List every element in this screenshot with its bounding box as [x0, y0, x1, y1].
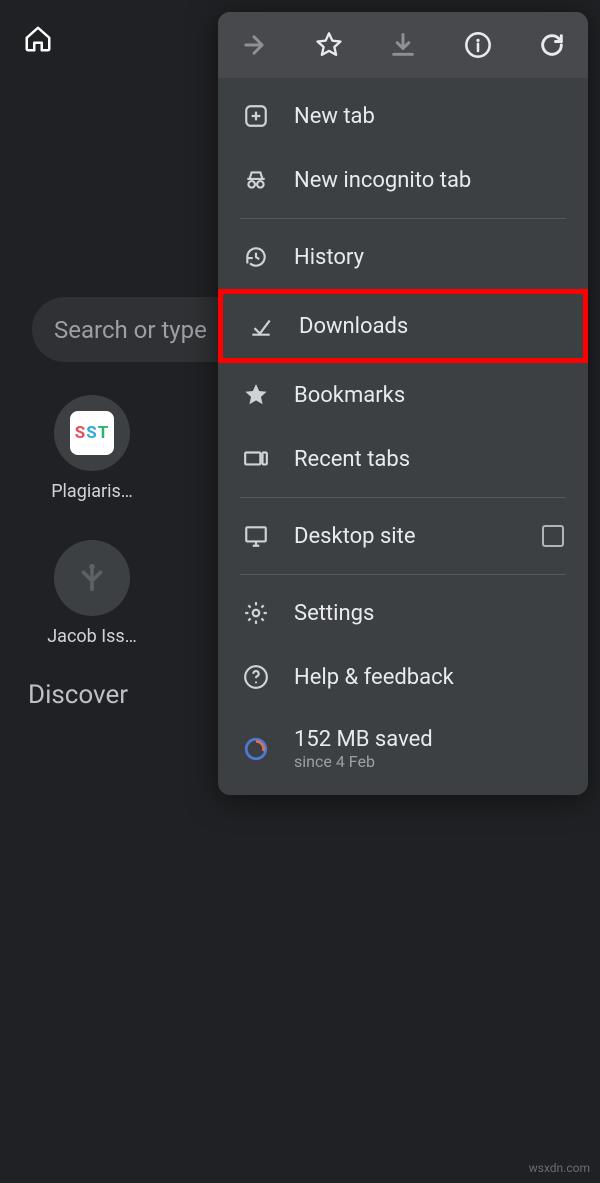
menu-item-history[interactable]: History — [218, 225, 588, 289]
home-button[interactable] — [20, 21, 56, 57]
download-page-button[interactable] — [387, 29, 419, 61]
menu-item-label: Settings — [294, 601, 374, 626]
shortcut-icon: SST — [54, 395, 130, 471]
menu-divider — [240, 497, 566, 498]
data-saver-since: since 4 Feb — [294, 752, 433, 771]
menu-divider — [240, 218, 566, 219]
new-tab-icon — [242, 102, 270, 130]
sst-icon: SST — [70, 411, 114, 455]
menu-item-help[interactable]: Help & feedback — [218, 645, 588, 709]
shortcut-label: Jacob Iss… — [47, 626, 137, 647]
star-icon — [315, 31, 343, 59]
menu-item-recent-tabs[interactable]: Recent tabs — [218, 427, 588, 491]
discover-heading: Discover — [28, 680, 128, 710]
home-icon — [23, 24, 53, 54]
site-info-button[interactable] — [462, 29, 494, 61]
watermark: wsxdn.com — [529, 1161, 590, 1175]
menu-item-downloads[interactable]: Downloads — [218, 289, 588, 363]
jacob-icon — [75, 561, 109, 595]
history-icon — [242, 243, 270, 271]
gear-icon — [242, 599, 270, 627]
menu-item-label: History — [294, 245, 364, 270]
menu-item-data-saver[interactable]: 152 MB saved since 4 Feb — [218, 709, 588, 789]
menu-item-new-tab[interactable]: New tab — [218, 84, 588, 148]
forward-button[interactable] — [238, 29, 270, 61]
arrow-right-icon — [240, 31, 268, 59]
menu-item-label: Desktop site — [294, 524, 416, 549]
desktop-site-checkbox[interactable] — [542, 525, 564, 547]
menu-item-desktop-site[interactable]: Desktop site — [218, 504, 588, 568]
downloads-icon — [247, 312, 275, 340]
incognito-icon — [242, 166, 270, 194]
search-placeholder: Search or type — [54, 316, 207, 344]
desktop-icon — [242, 522, 270, 550]
menu-item-label: Downloads — [299, 314, 408, 339]
menu-item-label: Recent tabs — [294, 447, 410, 472]
reload-button[interactable] — [536, 29, 568, 61]
reload-icon — [538, 31, 566, 59]
help-icon — [242, 663, 270, 691]
menu-item-label: New tab — [294, 104, 375, 129]
menu-item-label: Help & feedback — [294, 665, 454, 690]
data-saver-amount: 152 MB saved — [294, 727, 433, 752]
shortcut-label: Plagiaris… — [51, 481, 133, 502]
recent-tabs-icon — [242, 445, 270, 473]
menu-divider — [240, 574, 566, 575]
info-icon — [464, 31, 492, 59]
shortcut-plagiarism[interactable]: SST Plagiaris… — [32, 395, 152, 502]
menu-item-settings[interactable]: Settings — [218, 581, 588, 645]
bookmark-star-button[interactable] — [313, 29, 345, 61]
shortcut-icon — [54, 540, 130, 616]
menu-item-label: New incognito tab — [294, 168, 471, 193]
menu-item-bookmarks[interactable]: Bookmarks — [218, 363, 588, 427]
bookmarks-icon — [242, 381, 270, 409]
shortcut-jacob[interactable]: Jacob Iss… — [32, 540, 152, 647]
menu-item-label: Bookmarks — [294, 383, 405, 408]
overflow-menu: New tab New incognito tab History Downlo… — [218, 12, 588, 795]
menu-toolbar — [218, 12, 588, 78]
download-icon — [389, 31, 417, 59]
data-saver-icon — [242, 735, 270, 763]
menu-body: New tab New incognito tab History Downlo… — [218, 78, 588, 795]
menu-item-incognito[interactable]: New incognito tab — [218, 148, 588, 212]
